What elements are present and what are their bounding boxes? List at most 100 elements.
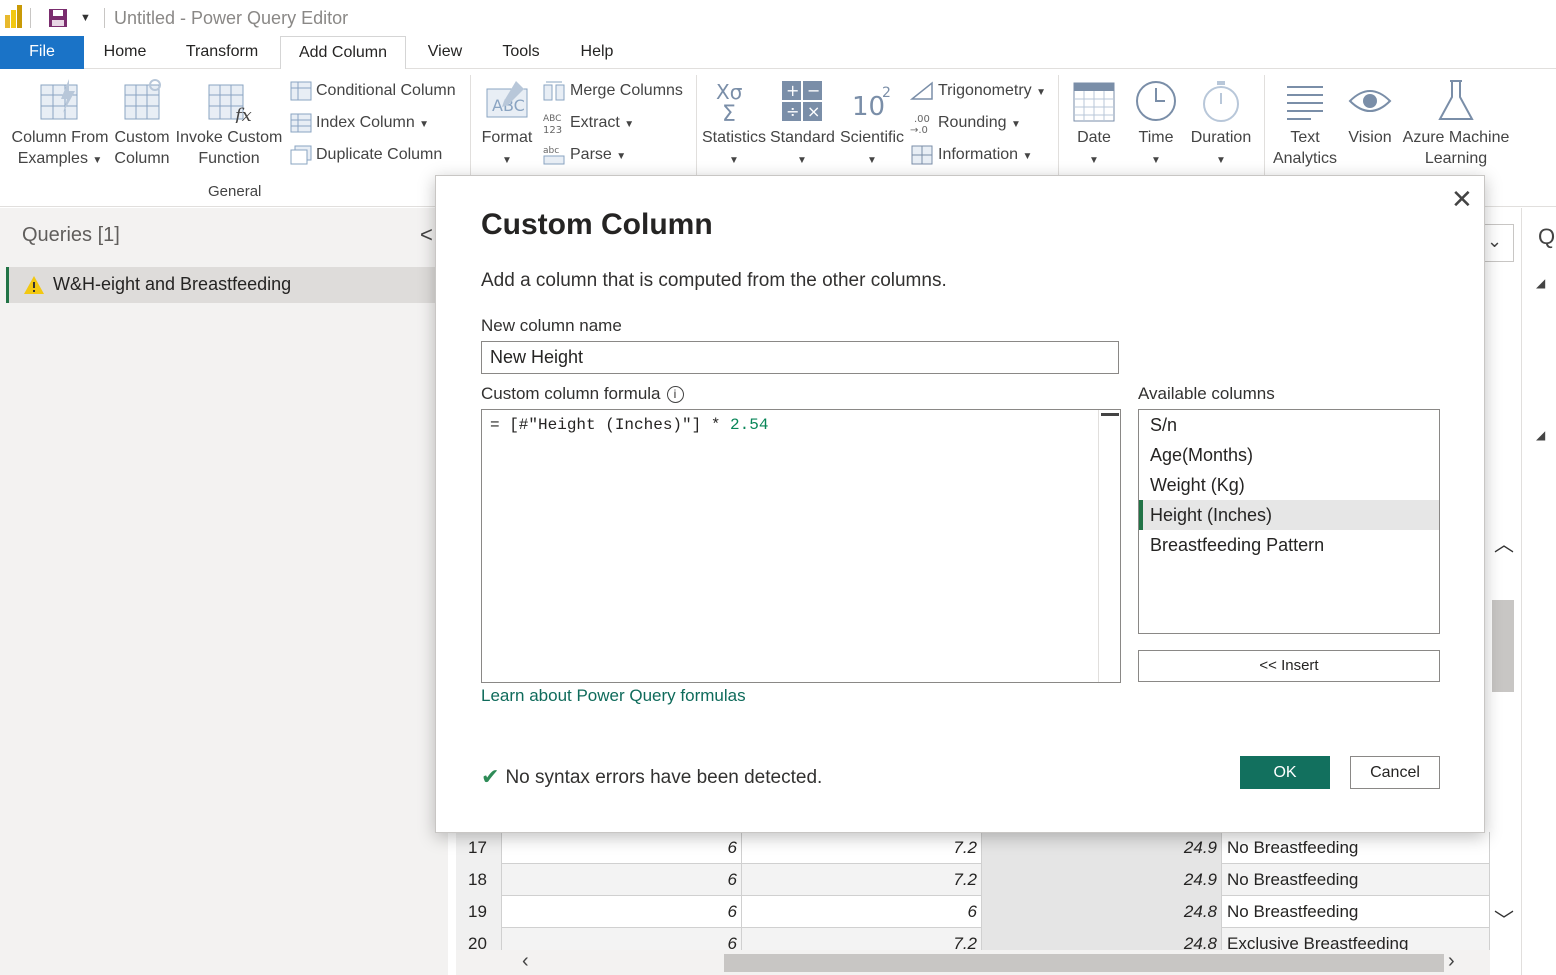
scroll-left-icon[interactable]: ‹	[522, 950, 529, 973]
close-icon[interactable]: ✕	[1451, 184, 1473, 215]
conditional-column-icon	[290, 81, 312, 101]
custom-column-formula-label: Custom column formula	[481, 384, 661, 403]
list-item[interactable]: Age(Months)	[1139, 440, 1439, 470]
table-cell: 7.2	[742, 864, 982, 896]
merge-columns-button[interactable]: Merge Columns	[542, 78, 683, 104]
text-analytics-label-2: Analytics	[1272, 150, 1338, 167]
invoke-custom-function-label-1: Invoke Custom	[175, 129, 283, 146]
group-separator	[1264, 75, 1265, 175]
tab-file[interactable]: File	[0, 36, 84, 69]
new-column-name-input[interactable]	[481, 341, 1119, 374]
list-item[interactable]: Weight (Kg)	[1139, 470, 1439, 500]
scroll-down-icon[interactable]: ﹀	[1494, 904, 1514, 933]
rounding-label: Rounding	[938, 114, 1007, 131]
save-icon[interactable]	[48, 8, 68, 33]
vision-label: Vision	[1348, 129, 1392, 146]
invoke-custom-function-button[interactable]: fx Invoke Custom Function	[174, 79, 284, 169]
available-columns-list: S/n Age(Months) Weight (Kg) Height (Inch…	[1138, 409, 1440, 634]
duplicate-column-button[interactable]: Duplicate Column	[290, 142, 442, 168]
rounding-button[interactable]: .00 →.0 Rounding ▼	[910, 110, 1021, 136]
vision-button[interactable]: Vision	[1342, 79, 1398, 148]
warning-icon	[23, 275, 45, 300]
svg-text:+: +	[786, 81, 799, 100]
expand-triangle-icon[interactable]: ◢	[1536, 276, 1545, 290]
invoke-custom-function-icon: fx	[208, 84, 252, 123]
formula-text: = [#"Height (Inches)"] * 2.54	[490, 416, 768, 434]
table-cell: 6	[742, 896, 982, 928]
column-from-examples-label-1: Column From	[11, 129, 109, 146]
group-separator	[470, 75, 471, 175]
table-row[interactable]: 18 6 7.2 24.9 No Breastfeeding	[456, 864, 1490, 896]
format-button[interactable]: ABC Format ▼	[478, 79, 536, 171]
table-cell: No Breastfeeding	[1222, 864, 1490, 896]
table-row[interactable]: 19 6 6 24.8 No Breastfeeding	[456, 896, 1490, 928]
custom-column-button[interactable]: Custom Column	[112, 79, 172, 169]
date-button[interactable]: Date ▼	[1066, 79, 1122, 171]
formula-expression: = [#"Height (Inches)"] *	[490, 416, 731, 434]
tab-home[interactable]: Home	[96, 36, 154, 69]
text-analytics-button[interactable]: Text Analytics	[1270, 79, 1340, 169]
trigonometry-button[interactable]: Trigonometry ▼	[910, 78, 1046, 104]
scroll-right-icon[interactable]: ›	[1448, 950, 1455, 973]
information-button[interactable]: Information ▼	[910, 142, 1032, 168]
chevron-down-icon: ▼	[797, 155, 807, 166]
statistics-label: Statistics	[702, 129, 767, 146]
pane-divider	[1521, 208, 1522, 975]
collapse-pane-icon[interactable]: <	[420, 222, 433, 248]
parse-button[interactable]: abc Parse ▼	[542, 142, 626, 168]
column-from-examples-button[interactable]: Column From Examples ▼	[8, 79, 112, 171]
time-button[interactable]: Time ▼	[1128, 79, 1184, 171]
tab-tools[interactable]: Tools	[496, 36, 546, 69]
conditional-column-button[interactable]: Conditional Column	[290, 78, 456, 104]
query-settings-edge-icon[interactable]: Q	[1538, 224, 1555, 250]
scroll-up-icon[interactable]: ︿	[1494, 528, 1514, 557]
query-item-label: W&H-eight and Breastfeeding	[53, 274, 292, 294]
info-icon[interactable]: i	[666, 386, 684, 404]
table-cell: 6	[502, 864, 742, 896]
list-item[interactable]: S/n	[1139, 410, 1439, 440]
chevron-down-icon: ▼	[616, 151, 627, 162]
duration-button[interactable]: Duration ▼	[1188, 79, 1254, 171]
index-column-button[interactable]: Index Column ▼	[290, 110, 429, 136]
formula-editor[interactable]: = [#"Height (Inches)"] * 2.54	[481, 409, 1121, 683]
power-bi-logo-icon	[4, 5, 24, 34]
cancel-button[interactable]: Cancel	[1350, 756, 1440, 789]
formula-scrollbar[interactable]	[1098, 410, 1120, 682]
tab-transform[interactable]: Transform	[178, 36, 266, 69]
tab-help[interactable]: Help	[572, 36, 622, 69]
scrollbar-thumb[interactable]	[724, 954, 1444, 972]
scrollbar-thumb[interactable]	[1101, 413, 1119, 416]
tab-add-column[interactable]: Add Column	[280, 36, 406, 70]
chevron-down-icon: ▼	[729, 155, 739, 166]
scientific-button[interactable]: 10 2 Scientific ▼	[838, 79, 906, 171]
scrollbar-thumb[interactable]	[1492, 600, 1514, 692]
vertical-scrollbar[interactable]: ︿ ﹀	[1490, 508, 1516, 948]
tab-view[interactable]: View	[420, 36, 470, 69]
formula-label-row: Custom column formula i	[481, 384, 684, 404]
statistics-button[interactable]: Xσ Σ Statistics ▼	[702, 79, 766, 171]
row-index: 17	[456, 832, 502, 864]
trigonometry-icon	[910, 81, 933, 100]
ok-button[interactable]: OK	[1240, 756, 1330, 789]
list-item-selected[interactable]: Height (Inches)	[1139, 500, 1439, 530]
extract-button[interactable]: ABC 123 Extract ▼	[542, 110, 634, 136]
query-item[interactable]: W&H-eight and Breastfeeding	[6, 267, 448, 303]
azure-machine-learning-button[interactable]: Azure Machine Learning	[1402, 79, 1510, 169]
standard-button[interactable]: + − ÷ × Standard ▼	[770, 79, 835, 171]
list-item[interactable]: Breastfeeding Pattern	[1139, 530, 1439, 560]
power-query-editor-window: ▼ Untitled - Power Query Editor File Hom…	[0, 0, 1556, 975]
table-cell: 6	[502, 832, 742, 864]
merge-columns-icon	[543, 81, 565, 101]
svg-text:fx: fx	[233, 105, 252, 123]
horizontal-scrollbar[interactable]: ‹ ›	[456, 950, 1490, 975]
table-row[interactable]: 17 6 7.2 24.9 No Breastfeeding	[456, 832, 1490, 864]
insert-button[interactable]: << Insert	[1138, 650, 1440, 682]
table-cell: 24.9	[982, 864, 1222, 896]
chevron-down-icon: ▼	[1089, 155, 1099, 166]
chevron-down-icon: ▼	[624, 119, 635, 130]
group-separator	[696, 75, 697, 175]
expand-triangle-icon[interactable]: ◢	[1536, 428, 1545, 442]
quick-access-dropdown-icon[interactable]: ▼	[80, 12, 91, 24]
available-columns-label: Available columns	[1138, 384, 1275, 403]
learn-formulas-link[interactable]: Learn about Power Query formulas	[481, 686, 746, 706]
